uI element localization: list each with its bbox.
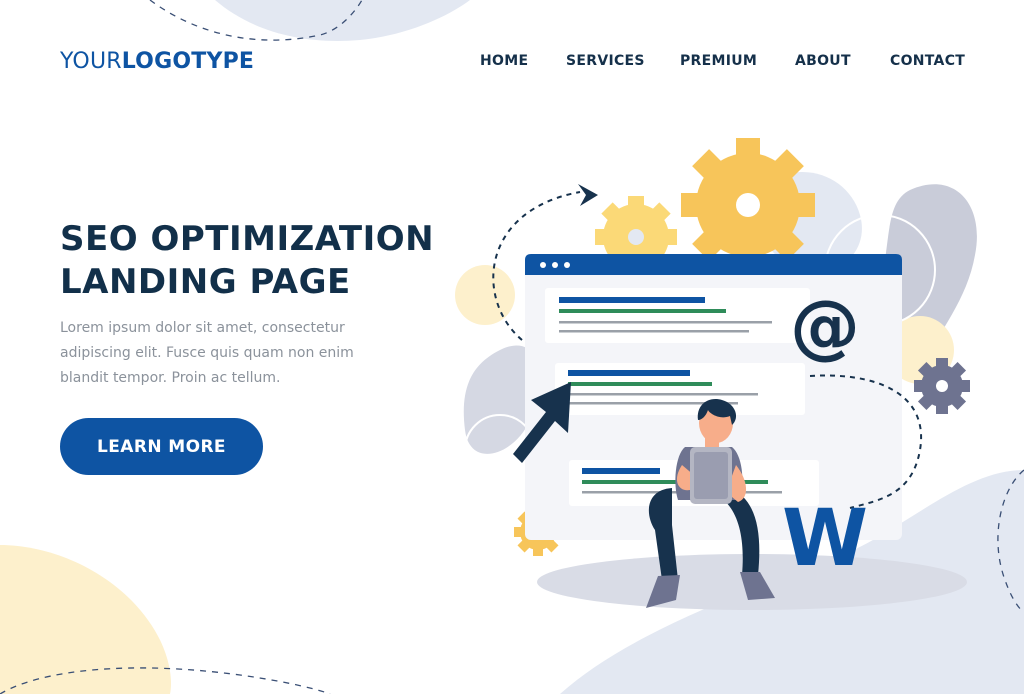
- gear-gray-icon: [914, 358, 970, 414]
- yellow-dot: [455, 265, 515, 325]
- w-letter-icon: W: [782, 494, 868, 584]
- nav-contact[interactable]: CONTACT: [890, 53, 965, 69]
- hero-description: Lorem ipsum dolor sit amet, consectetur …: [60, 320, 354, 386]
- hero-title-line-2: LANDING PAGE: [60, 262, 351, 302]
- learn-more-button[interactable]: LEARN MORE: [60, 418, 263, 475]
- nav-home[interactable]: HOME: [480, 53, 528, 69]
- gear-large-icon: [681, 138, 815, 272]
- arrow-head-icon: [578, 184, 598, 206]
- at-symbol-icon: @: [790, 285, 860, 367]
- nav-services[interactable]: SERVICES: [566, 53, 645, 69]
- seo-illustration: @ W: [455, 138, 977, 610]
- nav-about[interactable]: ABOUT: [795, 53, 851, 69]
- hero-title-line-1: SEO OPTIMIZATION: [60, 219, 435, 259]
- main-nav: HOME SERVICES PREMIUM ABOUT CONTACT: [0, 53, 1024, 73]
- site-header: YOURLOGOTYPE HOME SERVICES PREMIUM ABOUT…: [0, 0, 1024, 110]
- nav-premium[interactable]: PREMIUM: [680, 53, 757, 69]
- hero-title: SEO OPTIMIZATION LANDING PAGE: [60, 218, 434, 304]
